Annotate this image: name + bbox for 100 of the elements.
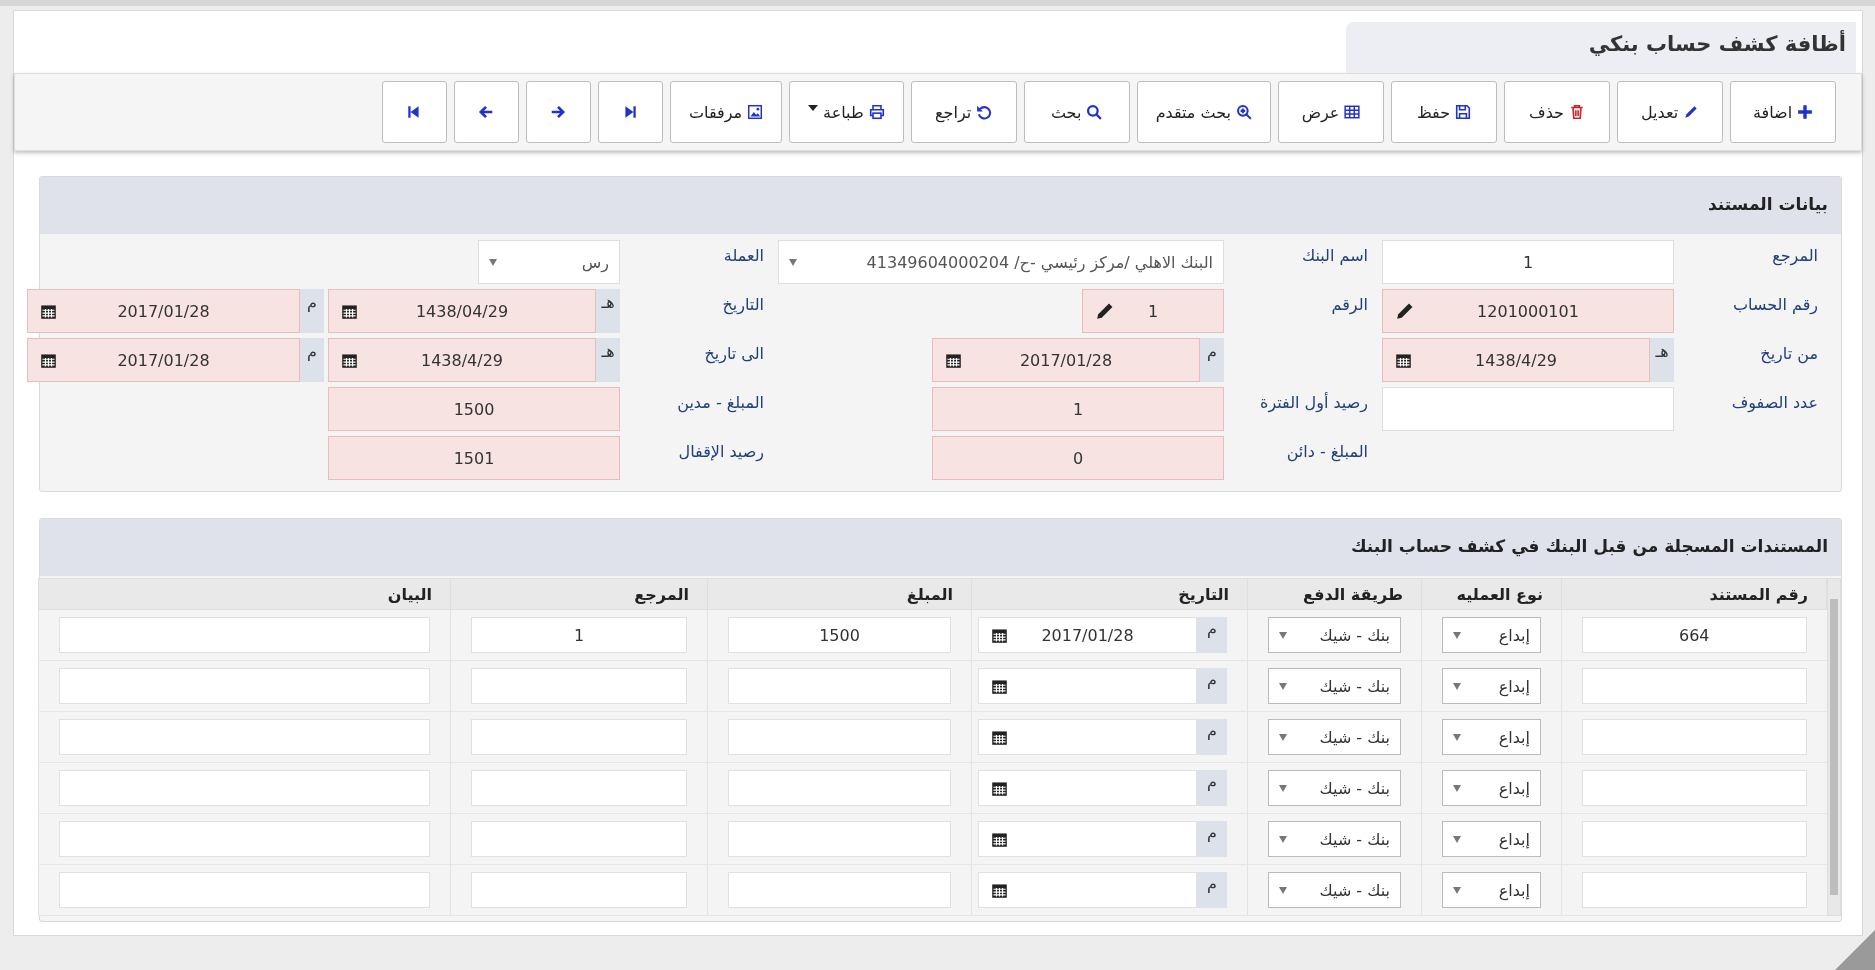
dropdown-field[interactable]: بنك - شيك: [1268, 821, 1401, 857]
column-header: التاريخ: [971, 578, 1248, 610]
input-field[interactable]: [59, 668, 430, 704]
toolbar-button[interactable]: [382, 81, 447, 143]
date-field[interactable]: 1438/4/29: [1382, 338, 1650, 382]
input-field[interactable]: 1: [1382, 240, 1674, 284]
toolbar-button[interactable]: [526, 81, 591, 143]
calendar-suffix: م: [1197, 719, 1227, 755]
plus-icon: [1797, 104, 1814, 120]
trash-icon: [1568, 104, 1585, 120]
toolbar-button[interactable]: [598, 81, 663, 143]
column-header: المبلغ: [707, 578, 972, 610]
toolbar-button[interactable]: اضافة: [1730, 81, 1836, 143]
input-field[interactable]: 1: [471, 617, 687, 653]
dropdown-arrow-icon: [1453, 682, 1461, 690]
calendar-suffix: م: [300, 289, 324, 333]
printer-icon: [868, 104, 885, 120]
input-field[interactable]: [728, 872, 951, 908]
input-field[interactable]: [59, 770, 430, 806]
dropdown-field[interactable]: بنك - شيك: [1268, 668, 1401, 704]
input-field[interactable]: [728, 668, 951, 704]
calendar-suffix: م: [1197, 617, 1227, 653]
dropdown-field[interactable]: بنك - شيك: [1268, 770, 1401, 806]
input-field[interactable]: [728, 719, 951, 755]
dropdown-field[interactable]: إبداع: [1442, 719, 1541, 755]
input-field[interactable]: 1201000101: [1382, 289, 1674, 333]
date-field[interactable]: 1438/4/29: [328, 338, 596, 382]
input-field[interactable]: [1582, 872, 1807, 908]
date-field[interactable]: [978, 719, 1197, 755]
input-field[interactable]: 0: [932, 436, 1224, 480]
dropdown-field[interactable]: إبداع: [1442, 617, 1541, 653]
calendar-suffix: م: [1197, 872, 1227, 908]
calendar-icon: [991, 678, 1008, 695]
dropdown-arrow-icon: [1453, 784, 1461, 792]
date-field[interactable]: [978, 770, 1197, 806]
section-title: بيانات المستند: [40, 177, 1841, 234]
toolbar-button[interactable]: عرض: [1278, 81, 1384, 143]
toolbar-button[interactable]: بحث متقدم: [1136, 81, 1271, 143]
toolbar-button[interactable]: طباعة: [789, 81, 904, 143]
field-label: رقم الحساب: [1732, 294, 1819, 317]
input-field[interactable]: [471, 872, 687, 908]
date-field[interactable]: 2017/01/28: [27, 338, 300, 382]
skip-end-icon: [622, 104, 639, 120]
caret-icon: [808, 105, 819, 111]
input-field[interactable]: 1: [1082, 289, 1224, 333]
input-field[interactable]: [728, 821, 951, 857]
dropdown-field[interactable]: إبداع: [1442, 821, 1541, 857]
input-field[interactable]: [471, 770, 687, 806]
dropdown-field[interactable]: بنك - شيك: [1268, 617, 1401, 653]
input-field[interactable]: [1382, 387, 1674, 431]
input-field[interactable]: [1582, 770, 1807, 806]
calendar-suffix: م: [1197, 821, 1227, 857]
dropdown-field[interactable]: بنك - شيك: [1268, 719, 1401, 755]
input-field[interactable]: [1582, 821, 1807, 857]
dropdown-field[interactable]: إبداع: [1442, 668, 1541, 704]
input-field[interactable]: [1582, 668, 1807, 704]
input-field[interactable]: [59, 719, 430, 755]
date-field[interactable]: [978, 821, 1197, 857]
resize-grip-icon[interactable]: [1835, 930, 1875, 970]
date-field[interactable]: 1438/04/29: [328, 289, 596, 333]
field-label: التاريخ: [721, 294, 765, 317]
date-field[interactable]: [978, 668, 1197, 704]
date-field[interactable]: 2017/01/28: [27, 289, 300, 333]
input-field[interactable]: [1582, 719, 1807, 755]
input-field[interactable]: [728, 770, 951, 806]
dropdown-field[interactable]: إبداع: [1442, 872, 1541, 908]
dropdown-field[interactable]: إبداع: [1442, 770, 1541, 806]
input-field[interactable]: 1500: [728, 617, 951, 653]
toolbar-button[interactable]: مرفقات: [670, 81, 783, 143]
toolbar-button[interactable]: تعديل: [1617, 81, 1723, 143]
dropdown-field[interactable]: رس: [478, 240, 620, 284]
input-field[interactable]: [59, 821, 430, 857]
field-label: رصيد الإقفال: [677, 441, 765, 464]
dropdown-arrow-icon: [1453, 886, 1461, 894]
toolbar-button[interactable]: بحث: [1023, 81, 1130, 143]
dropdown-arrow-icon: [1279, 631, 1287, 639]
date-field[interactable]: 2017/01/28: [932, 338, 1200, 382]
scrollbar[interactable]: [1827, 578, 1841, 916]
toolbar-button[interactable]: [454, 81, 519, 143]
calendar-suffix: هـ: [596, 289, 620, 333]
input-field[interactable]: [59, 617, 430, 653]
input-field[interactable]: [471, 668, 687, 704]
input-field[interactable]: [471, 821, 687, 857]
input-field[interactable]: [471, 719, 687, 755]
input-field[interactable]: 664: [1582, 617, 1807, 653]
toolbar-button[interactable]: تراجع: [910, 81, 1017, 143]
date-field[interactable]: [978, 872, 1197, 908]
input-field[interactable]: 1501: [328, 436, 620, 480]
dropdown-field[interactable]: بنك - شيك: [1268, 872, 1401, 908]
dropdown-arrow-icon: [1453, 835, 1461, 843]
input-field[interactable]: [59, 872, 430, 908]
input-field[interactable]: 1500: [328, 387, 620, 431]
pencil-icon: [1095, 301, 1115, 321]
calendar-icon: [991, 729, 1008, 746]
dropdown-field[interactable]: البنك الاهلي /مركز رئيسي -ح/ 41349604000204: [778, 240, 1224, 284]
toolbar-button[interactable]: حفظ: [1391, 81, 1497, 143]
toolbar-button[interactable]: حذف: [1504, 81, 1610, 143]
input-field[interactable]: 1: [932, 387, 1224, 431]
date-field[interactable]: 2017/01/28: [978, 617, 1197, 653]
column-header: رقم المستند: [1561, 578, 1827, 610]
